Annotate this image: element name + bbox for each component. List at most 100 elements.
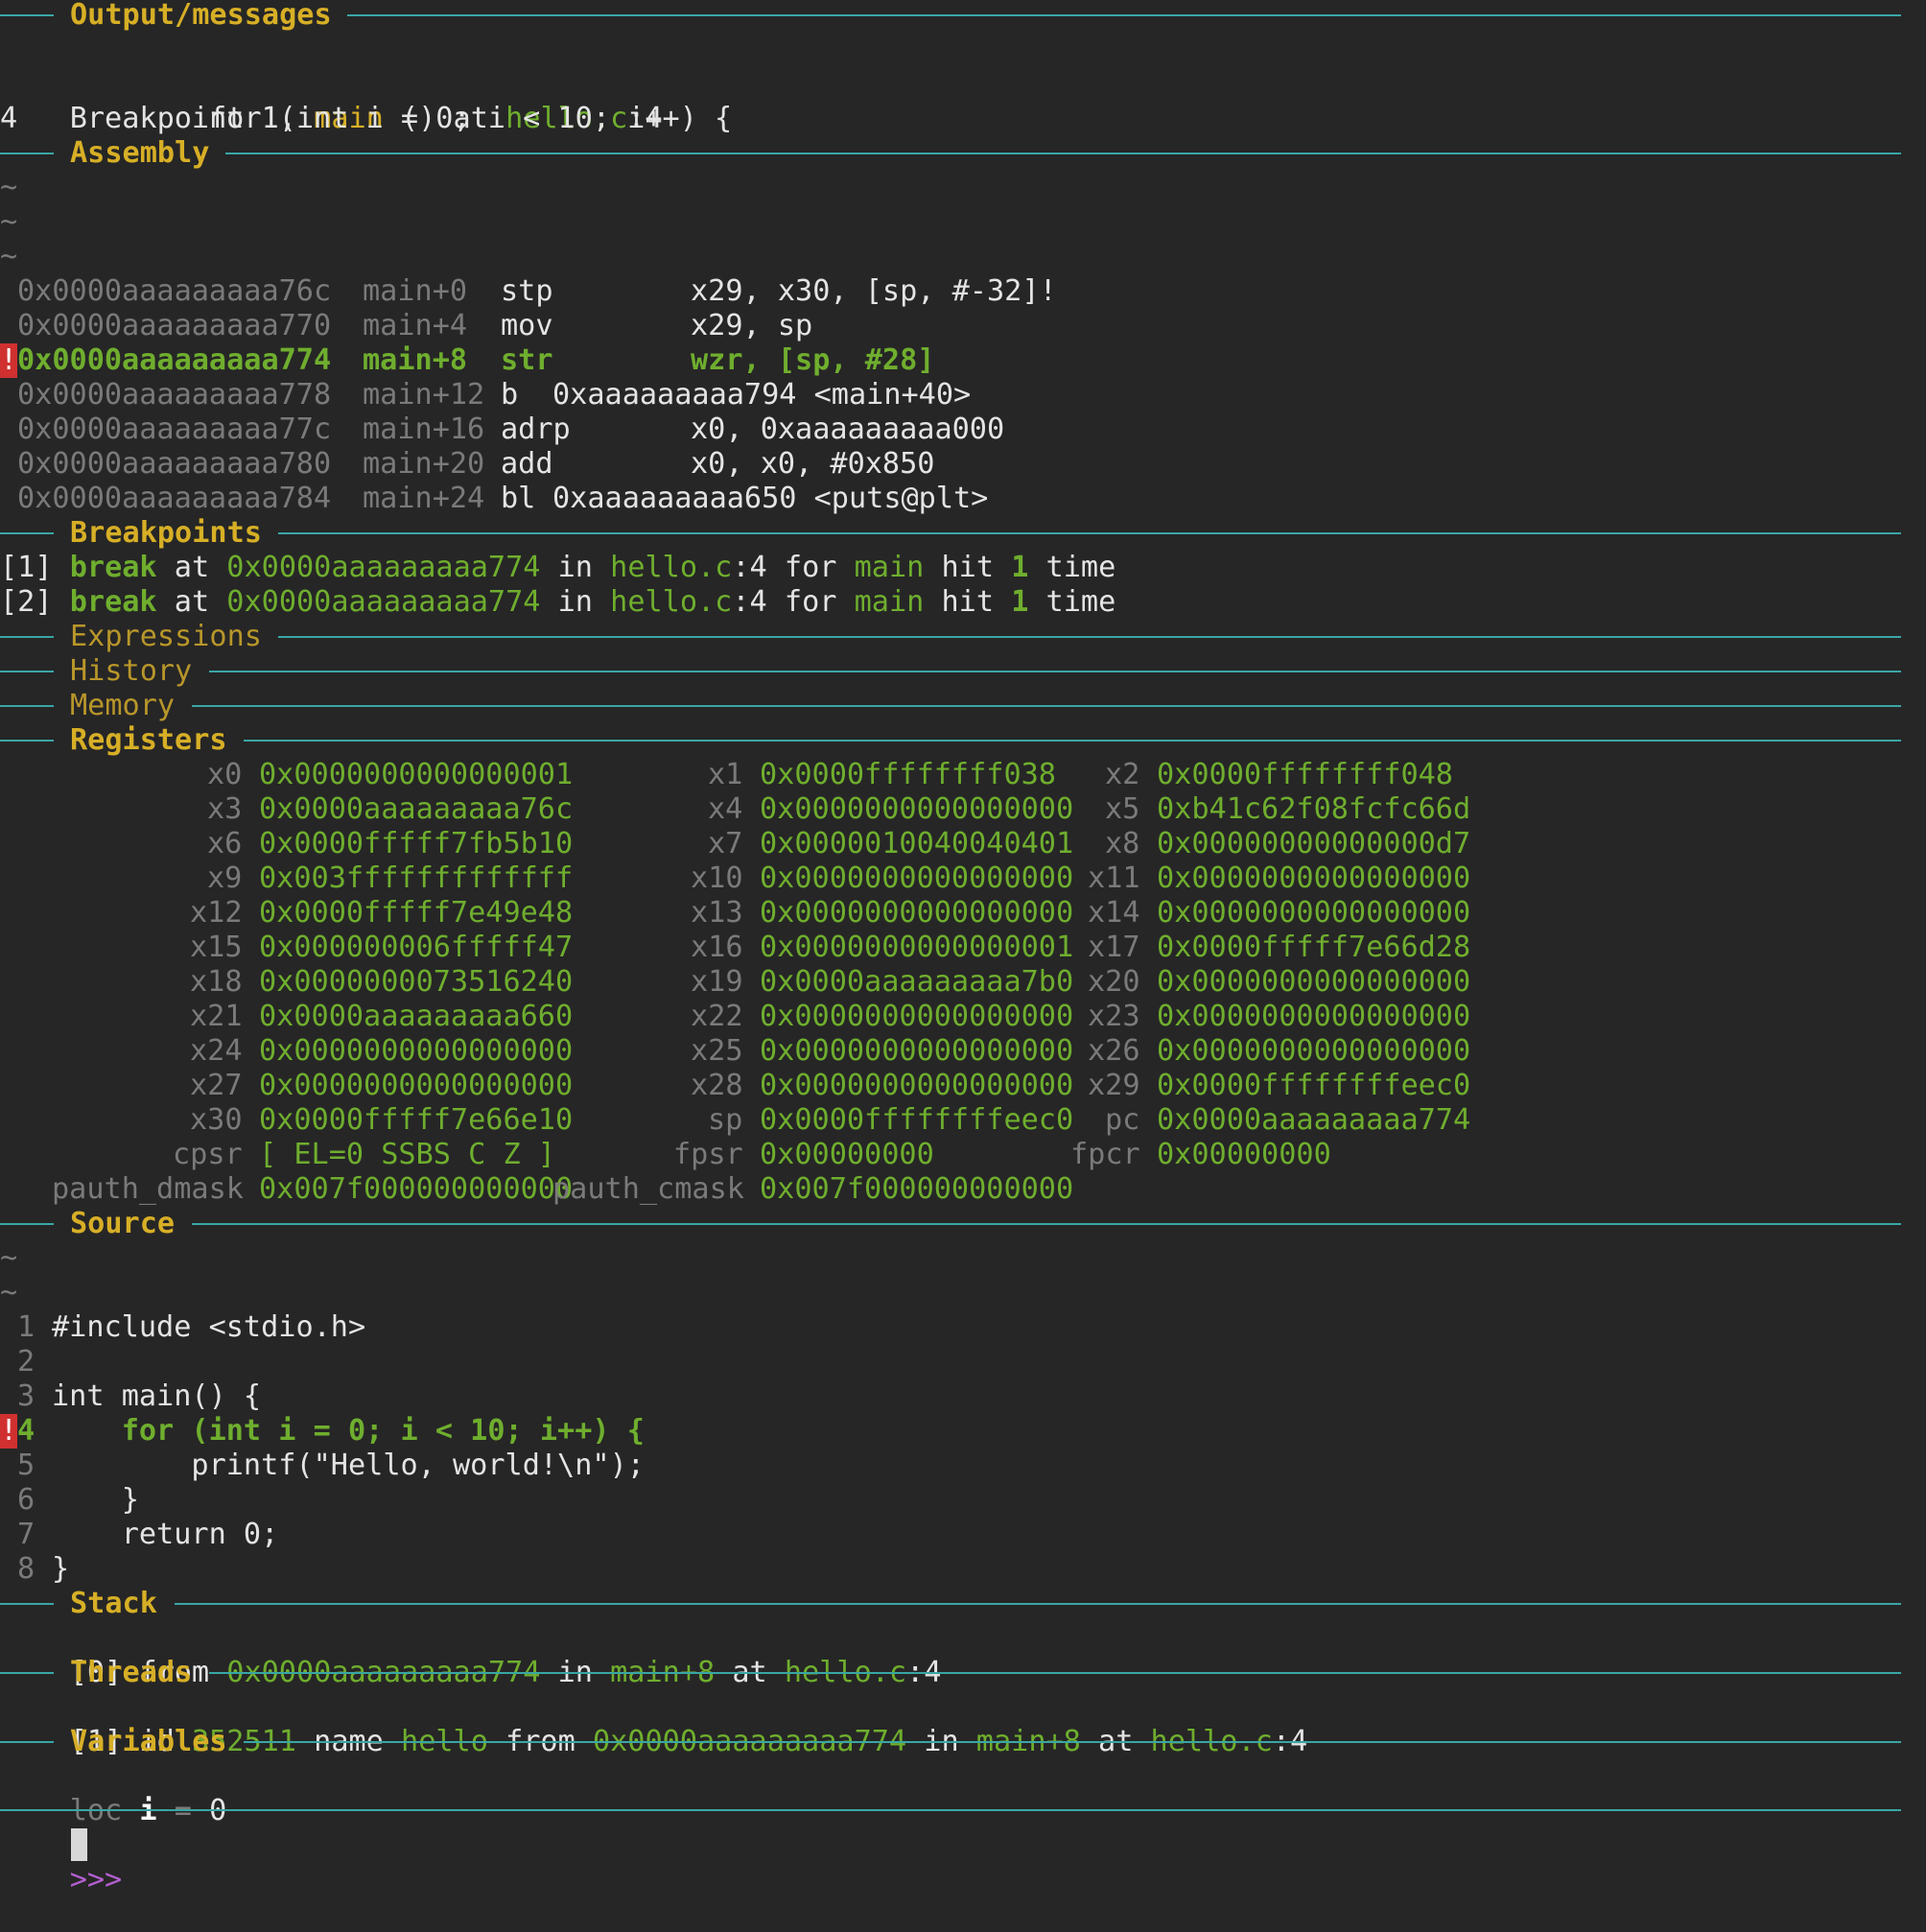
register-value: 0x0000aaaaaaaaa774: [1157, 1103, 1471, 1137]
command-prompt[interactable]: >>>: [0, 1828, 123, 1897]
source-line[interactable]: 3 int main() {: [0, 1379, 1926, 1414]
panel-header-expressions: Expressions: [0, 620, 1926, 654]
register-value: 0x0000ffffffffeec0: [760, 1103, 1074, 1137]
register-value: 0x0000000000000000: [259, 1069, 574, 1102]
panel-title: Expressions: [70, 620, 262, 653]
line-number: 3: [17, 1379, 35, 1413]
gdb-dashboard-terminal: Output/messages Breakpoint 1, main () at…: [0, 0, 1926, 1897]
register-row: x6 0x0000fffff7fb5b10 x7 0x0000010040040401…: [0, 827, 1926, 861]
panel-header-breakpoints: Breakpoints: [0, 516, 1926, 551]
assembly-line[interactable]: 0x0000aaaaaaaaa778 main+12 b 0xaaaaaaaaa794…: [0, 378, 1926, 412]
panel-header-memory: Memory: [0, 689, 1926, 723]
register-name: x13: [691, 896, 743, 930]
assembly-line[interactable]: 0x0000aaaaaaaaa76c main+0 stp x29, x30, [sp…: [0, 274, 1926, 309]
panel-header-variables: Variables: [0, 1725, 1926, 1759]
register-name: x27: [190, 1069, 243, 1102]
assembly-line[interactable]: ! 0x0000aaaaaaaaa774 main+8 str wzr, [sp, #2…: [0, 343, 1926, 378]
register-value: 0x0000fffff7e49e48: [259, 896, 574, 930]
register-value: 0x0000000000000001: [760, 931, 1074, 964]
register-name: x14: [1088, 896, 1140, 930]
line-number: 7: [17, 1518, 35, 1551]
register-name: x7: [708, 827, 743, 860]
line-number: 5: [17, 1449, 35, 1482]
source-line[interactable]: ! 4 for (int i = 0; i < 10; i++) {: [0, 1414, 1926, 1449]
panel-header-assembly: Assembly: [0, 136, 1926, 171]
register-value: 0x0000000000000000: [1157, 1034, 1471, 1068]
register-value: 0x000000006fffff47: [259, 931, 574, 964]
register-name: pauth_dmask: [52, 1172, 244, 1206]
register-value: 0x0000fffff7fb5b10: [259, 827, 574, 860]
assembly-line[interactable]: 0x0000aaaaaaaaa784 main+24 bl 0xaaaaaaaaa65…: [0, 482, 1926, 516]
register-value: 0x007f000000000000: [259, 1172, 574, 1206]
source-line[interactable]: 5 printf("Hello, world!\n");: [0, 1449, 1926, 1483]
register-value: 0x00000000: [1157, 1138, 1331, 1171]
register-name: x8: [1105, 827, 1140, 860]
source-line[interactable]: 1 #include <stdio.h>: [0, 1310, 1926, 1345]
line-number: 1: [17, 1310, 35, 1344]
register-value: 0x0000aaaaaaaaa76c: [259, 792, 574, 826]
register-name: x17: [1088, 931, 1140, 964]
assembly-line[interactable]: 0x0000aaaaaaaaa780 main+20 add x0, x0, #0x8…: [0, 447, 1926, 482]
register-name: pc: [1105, 1103, 1140, 1137]
source-line[interactable]: 7 return 0;: [0, 1518, 1926, 1552]
register-name: x4: [708, 792, 743, 826]
register-row: x24 0x0000000000000000 x25 0x00000000000000…: [0, 1034, 1926, 1069]
register-name: x10: [691, 861, 743, 895]
assembly-line[interactable]: 0x0000aaaaaaaaa770 main+4 mov x29, sp: [0, 309, 1926, 343]
register-name: x0: [207, 758, 243, 791]
breakpoint-entry[interactable]: [1] break at 0x0000aaaaaaaaa774 in hello…: [0, 551, 1116, 585]
register-value: 0x0000000000000000: [1157, 965, 1471, 999]
register-name: x1: [708, 758, 743, 791]
register-name: x2: [1105, 758, 1140, 791]
panel-title: Memory: [70, 689, 176, 722]
text-cursor[interactable]: [71, 1828, 87, 1861]
panel-header-source: Source: [0, 1207, 1926, 1241]
register-value: 0x0000000000000001: [259, 758, 574, 791]
panel-header-stack: Stack: [0, 1587, 1926, 1621]
register-name: x25: [691, 1034, 743, 1068]
register-name: pauth_cmask: [552, 1172, 744, 1206]
register-value: 0x0000000073516240: [259, 965, 574, 999]
bottom-separator: [0, 1809, 1901, 1811]
register-value: 0x0000aaaaaaaaa7b0: [760, 965, 1074, 999]
thread-entry[interactable]: [1] id 352511 name hello from 0x0000aaaa…: [0, 1690, 1307, 1758]
panel-title: Threads: [70, 1656, 193, 1689]
source-line[interactable]: 2: [0, 1345, 1926, 1379]
empty-line-marker: ~: [0, 240, 18, 273]
register-name: x18: [190, 965, 243, 999]
panel-title: Breakpoints: [70, 516, 262, 550]
panel-title: Assembly: [70, 136, 210, 170]
register-row: x9 0x003fffffffffffff x10 0x000000000000000…: [0, 861, 1926, 896]
register-name: x30: [190, 1103, 243, 1137]
register-name: x19: [691, 965, 743, 999]
panel-header-threads: Threads: [0, 1656, 1926, 1690]
panel-title: Registers: [70, 723, 227, 757]
register-value: 0x0000000000000000: [1157, 1000, 1471, 1033]
stack-frame[interactable]: [0] from 0x0000aaaaaaaaa774 in main+8 at…: [0, 1621, 942, 1689]
register-name: sp: [708, 1103, 743, 1137]
register-value: 0x0000000000000000: [259, 1034, 574, 1068]
register-value: 0x0000fffff7e66d28: [1157, 931, 1471, 964]
line-number: 2: [17, 1345, 35, 1378]
line-number: 8: [17, 1552, 35, 1586]
register-value: 0x0000000000000000: [760, 861, 1074, 895]
empty-line-marker: ~: [0, 205, 18, 239]
register-name: fpsr: [673, 1138, 743, 1171]
output-source-line: 4 for (int i = 0; i < 10; i++) {: [0, 102, 733, 135]
assembly-line[interactable]: 0x0000aaaaaaaaa77c main+16 adrp x0, 0xaaaaa…: [0, 412, 1926, 447]
register-row: x3 0x0000aaaaaaaaa76c x4 0x0000000000000000…: [0, 792, 1926, 827]
panel-header-history: History: [0, 654, 1926, 689]
source-line[interactable]: 6 }: [0, 1483, 1926, 1518]
register-name: x5: [1105, 792, 1140, 826]
panel-title: Output/messages: [70, 0, 332, 32]
panel-title: Stack: [70, 1587, 157, 1620]
register-name: x24: [190, 1034, 243, 1068]
register-value: 0x0000000000000000: [1157, 896, 1471, 930]
register-value: 0x0000000000000000: [760, 1000, 1074, 1033]
breakpoint-entry[interactable]: [2] break at 0x0000aaaaaaaaa774 in hello…: [0, 585, 1116, 620]
source-line[interactable]: 8}: [0, 1552, 1926, 1587]
register-row: x18 0x0000000073516240 x19 0x0000aaaaaaaaa7…: [0, 965, 1926, 1000]
line-number: 4: [17, 1414, 35, 1448]
register-name: x11: [1088, 861, 1140, 895]
register-value: 0x0000aaaaaaaaa660: [259, 1000, 574, 1033]
